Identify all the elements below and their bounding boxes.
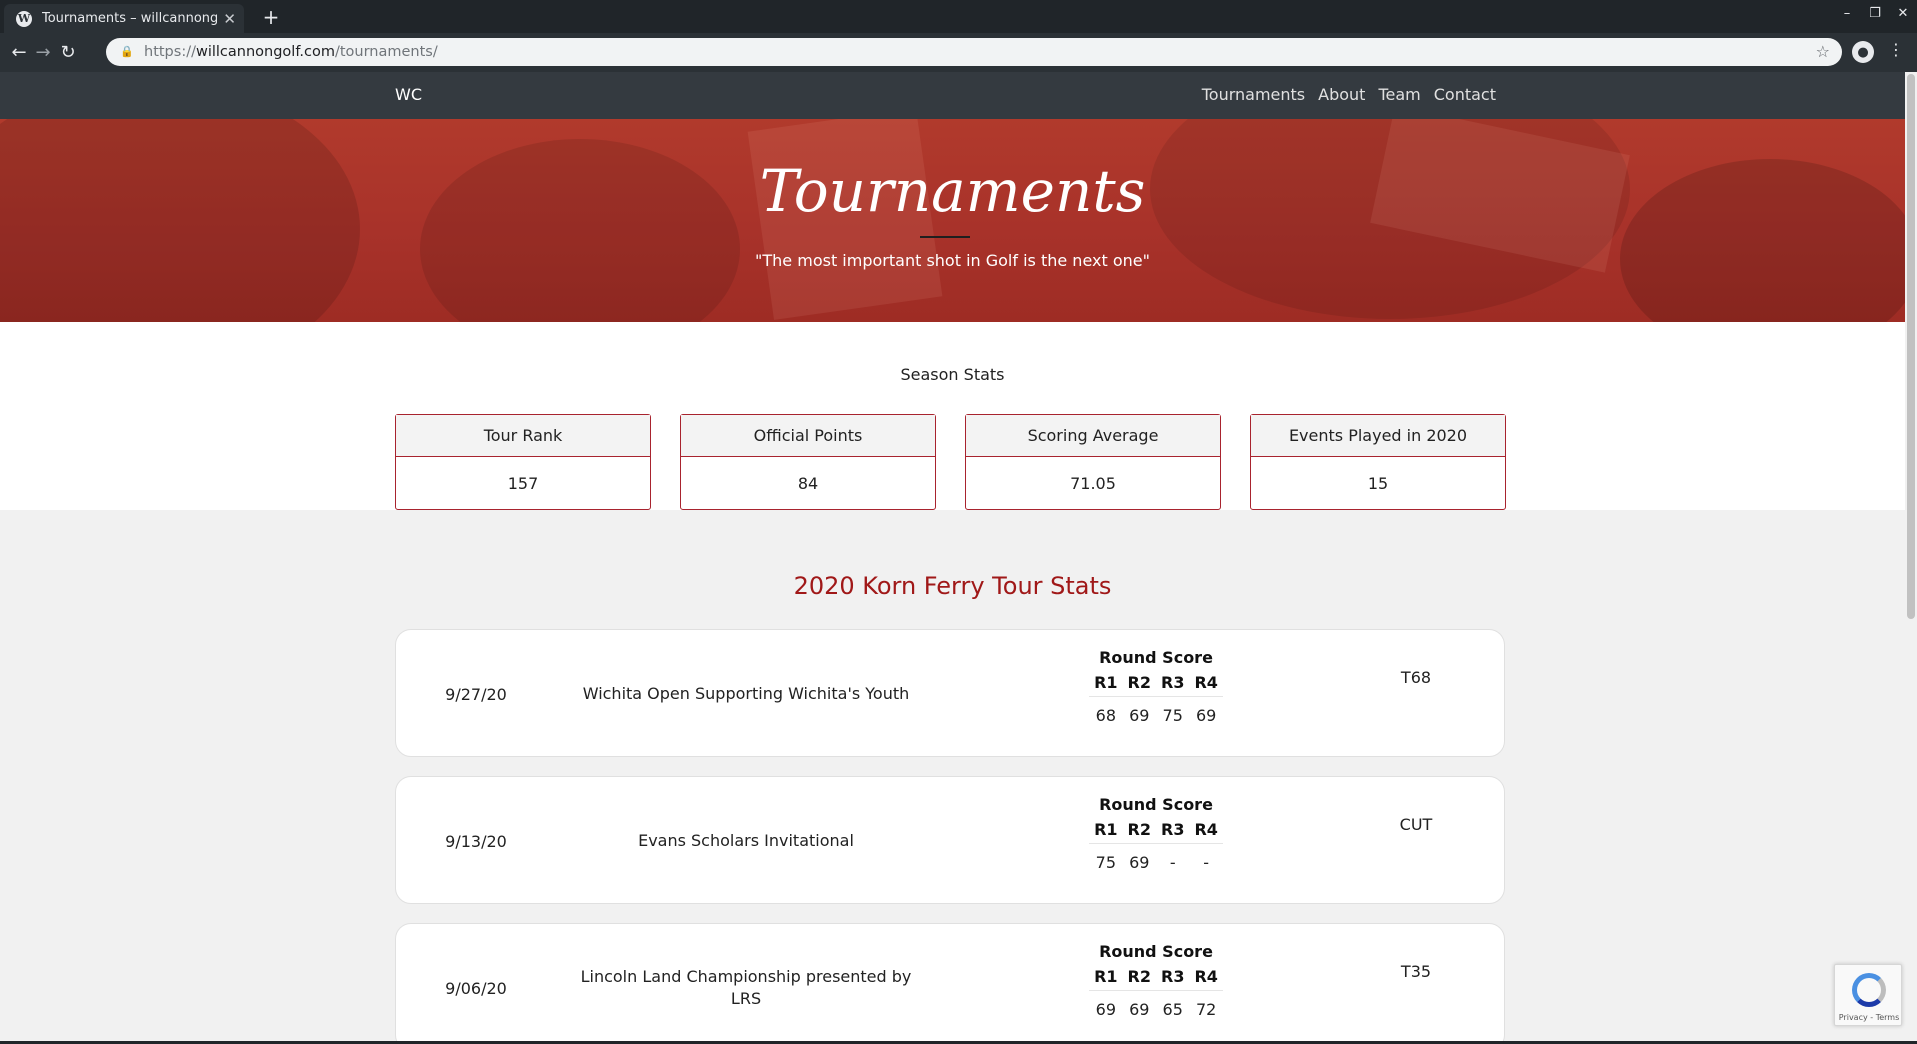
- round-header: R2: [1122, 818, 1156, 844]
- season-stats-section: Season Stats Tour Rank 157 Official Poin…: [0, 322, 1905, 510]
- stat-card-scoring-average: Scoring Average 71.05: [965, 414, 1221, 510]
- round-score: Round Score R1 R2 R3 R4 69 69 65 72: [1076, 942, 1236, 1019]
- round-header: R3: [1156, 818, 1190, 844]
- hero-banner: Tournaments "The most important shot in …: [0, 119, 1905, 322]
- round-header: R2: [1122, 965, 1156, 991]
- forward-icon[interactable]: →: [32, 41, 54, 63]
- stat-card-official-points: Official Points 84: [680, 414, 936, 510]
- browser-tab[interactable]: W Tournaments – willcannongolf ✕: [4, 4, 244, 33]
- stat-card-tour-rank: Tour Rank 157: [395, 414, 651, 510]
- tour-stats-heading: 2020 Korn Ferry Tour Stats: [793, 572, 1112, 600]
- stat-label: Official Points: [681, 415, 935, 457]
- scrollbar-thumb[interactable]: [1907, 74, 1915, 619]
- page-title: Tournaments: [759, 157, 1146, 225]
- nav-link-contact[interactable]: Contact: [1434, 85, 1496, 104]
- nav-link-about[interactable]: About: [1318, 85, 1365, 104]
- minimize-icon[interactable]: –: [1839, 6, 1855, 21]
- event-date: 9/27/20: [445, 684, 507, 704]
- title-divider: [920, 236, 970, 238]
- tab-title: Tournaments – willcannongolf: [42, 11, 218, 26]
- stat-value: 71.05: [1070, 473, 1116, 493]
- page-scrollbar[interactable]: [1905, 72, 1917, 1041]
- event-date: 9/13/20: [445, 831, 507, 851]
- event-finish: CUT: [1399, 815, 1433, 834]
- tournament-row: 9/27/20 Wichita Open Supporting Wichita'…: [395, 629, 1505, 757]
- round-score-value: 69: [1129, 706, 1150, 725]
- round-score-caption: Round Score: [1099, 795, 1213, 814]
- round-score-table: R1 R2 R3 R4 68 69 75 69: [1089, 671, 1223, 725]
- browser-toolbar: ← → ↻ 🔒 https://willcannongolf.com/tourn…: [0, 33, 1917, 72]
- nav-link-team[interactable]: Team: [1378, 85, 1420, 104]
- page-viewport: WC Tournaments About Team Contact Tourna…: [0, 72, 1905, 1041]
- round-score: Round Score R1 R2 R3 R4 75 69 - -: [1076, 795, 1236, 872]
- stat-label: Events Played in 2020: [1251, 415, 1505, 457]
- round-header: R4: [1189, 818, 1223, 844]
- site-navbar: WC Tournaments About Team Contact: [0, 72, 1905, 119]
- round-score-value: -: [1169, 853, 1176, 872]
- round-header: R1: [1089, 671, 1123, 697]
- event-date: 9/06/20: [445, 978, 507, 998]
- window-controls: – ❐ ✕: [1839, 6, 1911, 21]
- recaptcha-terms[interactable]: Privacy - Terms: [1835, 1013, 1903, 1022]
- round-score-caption: Round Score: [1099, 648, 1213, 667]
- round-score-value: 69: [1095, 1000, 1116, 1019]
- stat-card-events-played: Events Played in 2020 15: [1250, 414, 1506, 510]
- round-header: R4: [1189, 965, 1223, 991]
- round-score-value: -: [1203, 853, 1210, 872]
- round-header: R4: [1189, 671, 1223, 697]
- round-score-value: 69: [1196, 706, 1217, 725]
- wordpress-icon: W: [16, 10, 32, 27]
- recaptcha-icon: [1852, 973, 1886, 1007]
- event-finish: T68: [1400, 668, 1432, 687]
- round-score: Round Score R1 R2 R3 R4 68 69 75 69: [1076, 648, 1236, 725]
- round-score-caption: Round Score: [1099, 942, 1213, 961]
- nav-links: Tournaments About Team Contact: [1202, 85, 1496, 104]
- nav-link-tournaments[interactable]: Tournaments: [1202, 85, 1305, 104]
- tournament-row: 9/06/20 Lincoln Land Championship presen…: [395, 923, 1505, 1041]
- round-header: R3: [1156, 671, 1190, 697]
- restore-icon[interactable]: ❐: [1867, 6, 1883, 21]
- stat-value: 157: [507, 473, 539, 493]
- round-score-value: 75: [1162, 706, 1183, 725]
- round-header: R3: [1156, 965, 1190, 991]
- season-stats-heading: Season Stats: [900, 365, 1005, 384]
- close-window-icon[interactable]: ✕: [1895, 6, 1911, 21]
- tournament-row: 9/13/20 Evans Scholars Invitational Roun…: [395, 776, 1505, 904]
- stat-label: Scoring Average: [966, 415, 1220, 457]
- address-bar[interactable]: 🔒 https://willcannongolf.com/tournaments…: [106, 38, 1842, 66]
- recaptcha-badge[interactable]: Privacy - Terms: [1834, 964, 1902, 1026]
- new-tab-button[interactable]: +: [258, 4, 284, 30]
- round-header: R1: [1089, 965, 1123, 991]
- lock-icon: 🔒: [120, 45, 134, 58]
- round-score-value: 69: [1129, 1000, 1150, 1019]
- reload-icon[interactable]: ↻: [57, 41, 79, 63]
- stat-value: 84: [797, 473, 819, 493]
- round-score-value: 69: [1129, 853, 1150, 872]
- event-name: Evans Scholars Invitational: [638, 831, 854, 850]
- profile-icon[interactable]: ●: [1852, 41, 1874, 63]
- round-score-value: 68: [1095, 706, 1116, 725]
- round-header: R1: [1089, 818, 1123, 844]
- close-tab-icon[interactable]: ✕: [223, 10, 236, 28]
- stat-value: 15: [1367, 473, 1389, 493]
- round-score-value: 65: [1162, 1000, 1183, 1019]
- hero-quote: "The most important shot in Golf is the …: [755, 251, 1150, 270]
- back-icon[interactable]: ←: [8, 41, 30, 63]
- round-header: R2: [1122, 671, 1156, 697]
- round-score-value: 75: [1095, 853, 1116, 872]
- event-name: Wichita Open Supporting Wichita's Youth: [582, 684, 910, 703]
- event-finish: T35: [1400, 962, 1432, 981]
- round-score-table: R1 R2 R3 R4 75 69 - -: [1089, 818, 1223, 872]
- url-text: https://willcannongolf.com/tournaments/: [144, 44, 438, 60]
- stat-label: Tour Rank: [396, 415, 650, 457]
- browser-tabstrip: W Tournaments – willcannongolf ✕ + – ❐ ✕: [0, 0, 1917, 33]
- bookmark-star-icon[interactable]: ☆: [1816, 42, 1830, 61]
- menu-kebab-icon[interactable]: ⋮: [1888, 40, 1904, 59]
- site-brand[interactable]: WC: [395, 85, 422, 104]
- event-name: Lincoln Land Championship presented by L…: [580, 967, 912, 1008]
- round-score-value: 72: [1196, 1000, 1217, 1019]
- round-score-table: R1 R2 R3 R4 69 69 65 72: [1089, 965, 1223, 1019]
